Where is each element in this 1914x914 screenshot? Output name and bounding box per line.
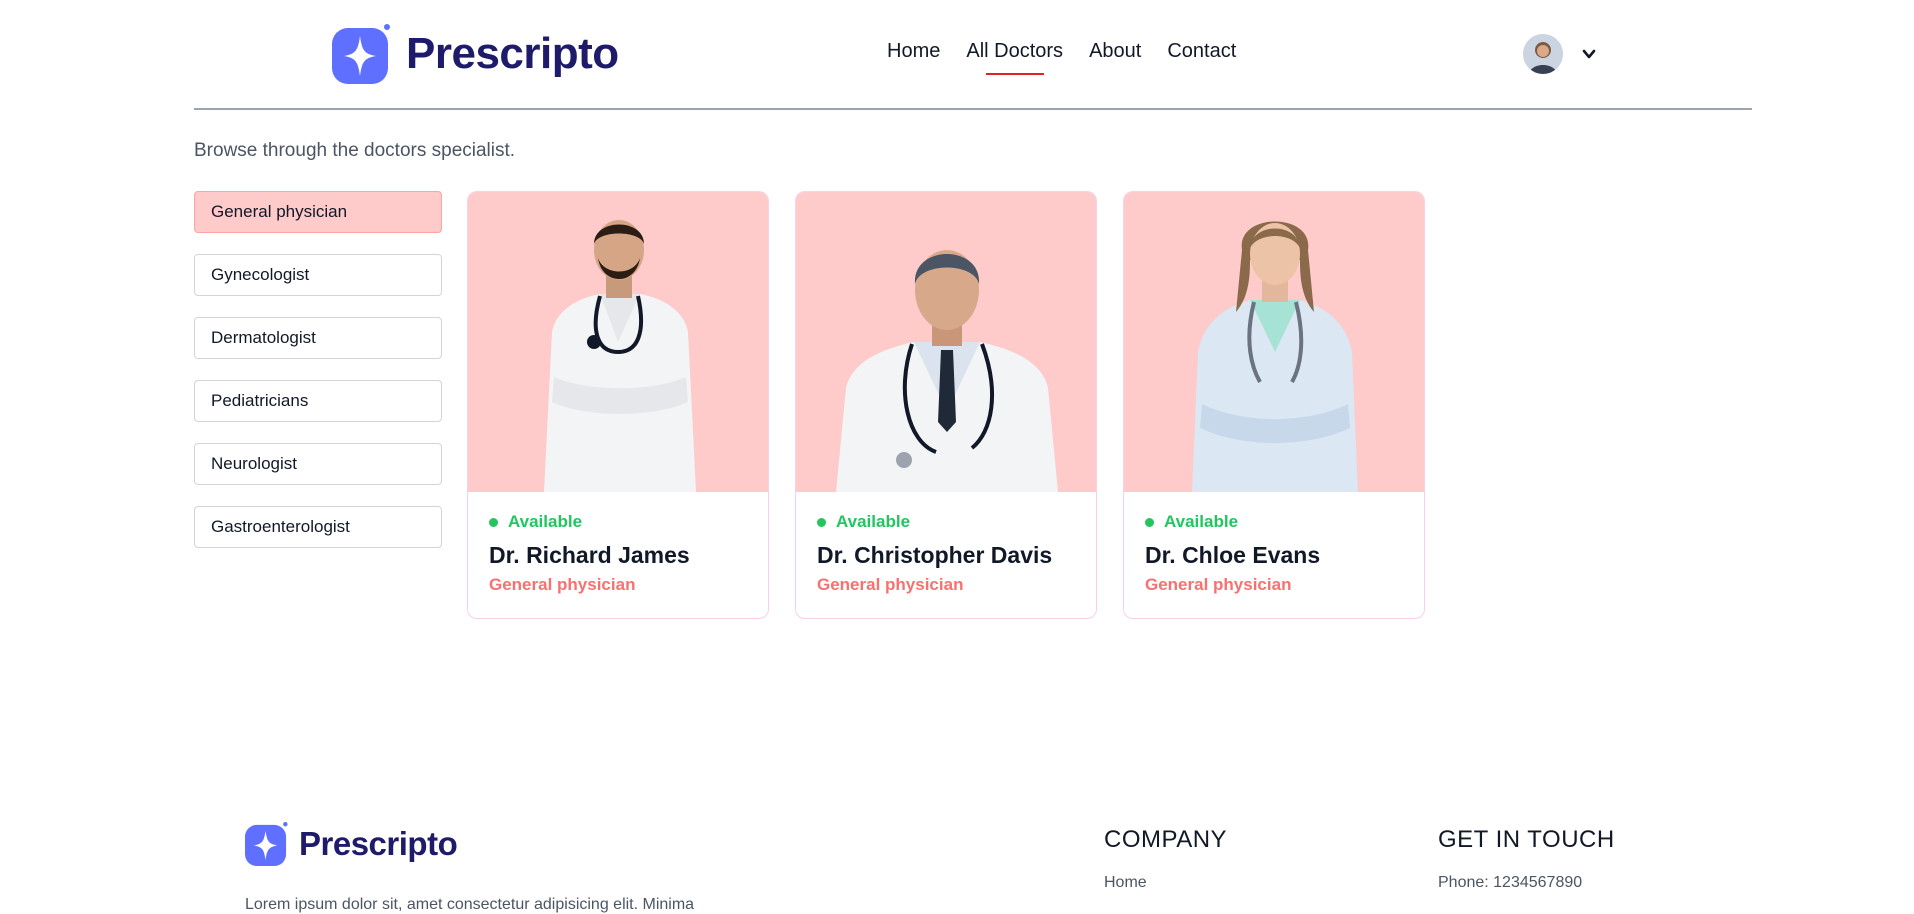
avatar[interactable] xyxy=(1523,34,1563,74)
filter-neurologist[interactable]: Neurologist xyxy=(194,443,442,485)
footer-contact-title: GET IN TOUCH xyxy=(1438,826,1615,853)
footer-description: Lorem ipsum dolor sit, amet consectetur … xyxy=(245,896,695,913)
availability-label: Available xyxy=(508,512,583,531)
chevron-down-icon[interactable] xyxy=(1581,46,1597,62)
doctor-name: Dr. Richard James xyxy=(489,542,690,568)
availability-label: Available xyxy=(1164,512,1239,531)
doctor-speciality: General physician xyxy=(489,575,636,594)
doctor-card[interactable]: Available Dr. Christopher Davis General … xyxy=(795,191,1097,619)
navbar: Prescripto Home All Doctors About Contac… xyxy=(194,0,1752,110)
availability-label: Available xyxy=(836,512,911,531)
filter-gynecologist[interactable]: Gynecologist xyxy=(194,254,442,296)
filter-general-physician[interactable]: General physician xyxy=(194,191,442,233)
page-intro: Browse through the doctors specialist. xyxy=(194,140,516,161)
availability-status: Available xyxy=(817,512,1076,532)
logo-icon xyxy=(245,822,288,866)
footer-company: COMPANY Home xyxy=(1104,826,1227,892)
footer-brand-logo[interactable]: Prescripto xyxy=(245,822,458,866)
doctor-photo xyxy=(1124,192,1424,492)
main-nav: Home All Doctors About Contact xyxy=(887,40,1236,63)
filter-gastroenterologist[interactable]: Gastroenterologist xyxy=(194,506,442,548)
brand-logo[interactable]: Prescripto xyxy=(332,24,619,84)
nav-contact[interactable]: Contact xyxy=(1167,40,1236,63)
doctor-name: Dr. Chloe Evans xyxy=(1145,542,1321,568)
footer-phone: Phone: 1234567890 xyxy=(1438,874,1583,891)
filter-dermatologist[interactable]: Dermatologist xyxy=(194,317,442,359)
nav-home[interactable]: Home xyxy=(887,40,940,63)
status-dot-icon xyxy=(489,517,498,527)
availability-status: Available xyxy=(1145,512,1404,532)
status-dot-icon xyxy=(817,517,826,527)
footer-link-home[interactable]: Home xyxy=(1104,874,1227,892)
availability-status: Available xyxy=(489,512,748,532)
doctor-speciality: General physician xyxy=(1145,575,1292,594)
footer-contact: GET IN TOUCH Phone: 1234567890 xyxy=(1438,826,1615,892)
footer-brand-name: Prescripto xyxy=(299,825,458,862)
doctor-speciality: General physician xyxy=(817,575,964,594)
status-dot-icon xyxy=(1145,517,1154,527)
doctor-card[interactable]: Available Dr. Richard James General phys… xyxy=(467,191,769,619)
footer-company-title: COMPANY xyxy=(1104,826,1228,853)
doctor-photo xyxy=(796,192,1096,492)
brand-name: Prescripto xyxy=(406,29,619,78)
nav-about[interactable]: About xyxy=(1089,40,1141,63)
doctor-card[interactable]: Available Dr. Chloe Evans General physic… xyxy=(1123,191,1425,619)
user-avatar-icon xyxy=(1523,34,1563,74)
nav-all-doctors[interactable]: All Doctors xyxy=(966,40,1063,63)
logo-icon xyxy=(332,24,390,84)
doctor-cards: Available Dr. Richard James General phys… xyxy=(467,191,1425,619)
doctor-name: Dr. Christopher Davis xyxy=(817,542,1053,568)
filter-pediatricians[interactable]: Pediatricians xyxy=(194,380,442,422)
profile-menu[interactable] xyxy=(1523,34,1597,74)
speciality-filters: General physician Gynecologist Dermatolo… xyxy=(194,191,442,548)
doctor-photo xyxy=(468,192,768,492)
